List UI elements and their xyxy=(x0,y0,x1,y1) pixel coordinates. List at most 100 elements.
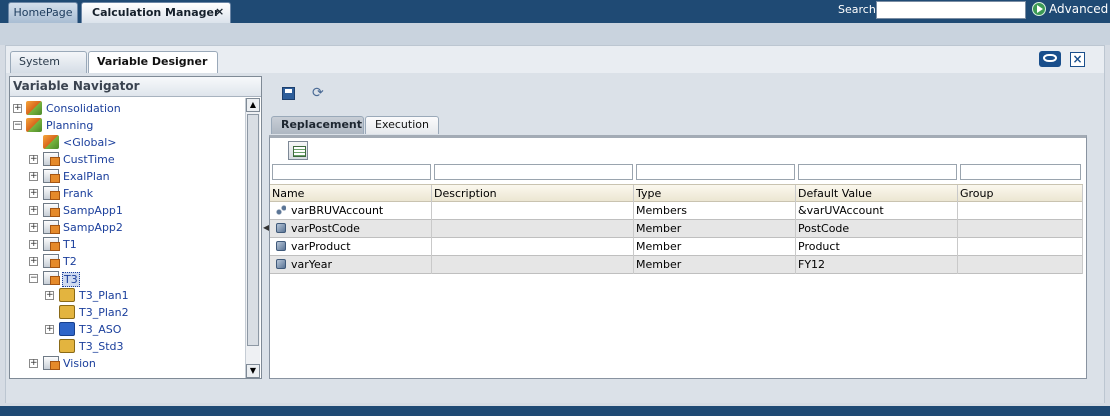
tab-calculation-manager-label: Calculation Manager xyxy=(92,6,220,19)
cell-name-text: varYear xyxy=(291,258,333,271)
cell-default-value: PostCode xyxy=(796,220,958,238)
column-header-type[interactable]: Type xyxy=(634,185,796,203)
tree-node-sampapp1[interactable]: + SampApp1 xyxy=(10,202,240,219)
search-label: Search xyxy=(838,3,876,16)
filter-description-input[interactable] xyxy=(434,164,633,180)
tree-node-label: T3_Plan2 xyxy=(79,306,129,319)
filter-name-input[interactable] xyxy=(272,164,431,180)
application-icon xyxy=(43,237,60,251)
tree-node-frank[interactable]: + Frank xyxy=(10,185,240,202)
tree-node-consolidation[interactable]: + Consolidation xyxy=(10,100,240,117)
column-header-default-value[interactable]: Default Value xyxy=(796,185,958,203)
tree-node-global[interactable]: <Global> xyxy=(10,134,240,151)
expand-icon[interactable]: + xyxy=(45,325,54,334)
expand-icon[interactable]: + xyxy=(29,189,38,198)
cell-type: Member xyxy=(634,238,796,256)
column-header-description[interactable]: Description xyxy=(432,185,634,203)
tab-system-view[interactable]: System View xyxy=(10,51,87,88)
tree-node-planning[interactable]: − Planning xyxy=(10,117,240,134)
tree-node-t3-aso[interactable]: + T3_ASO xyxy=(10,321,240,338)
replacement-panel: Name Description Type Default Value Grou… xyxy=(269,135,1087,379)
tree-node-label: CustTime xyxy=(63,153,115,166)
expand-icon[interactable]: + xyxy=(29,257,38,266)
close-window-icon[interactable]: × xyxy=(1070,52,1085,67)
tree-node-vision[interactable]: + Vision xyxy=(10,355,240,372)
grid-header-row: Name Description Type Default Value Grou… xyxy=(270,184,1083,203)
expand-icon[interactable]: + xyxy=(13,104,22,113)
expand-icon[interactable]: + xyxy=(29,172,38,181)
tab-replacement[interactable]: Replacement xyxy=(271,116,364,134)
table-row[interactable]: varProduct Member Product xyxy=(270,238,1083,256)
cell-name: varProduct xyxy=(270,238,432,256)
filter-group-input[interactable] xyxy=(960,164,1081,180)
cell-default-value: FY12 xyxy=(796,256,958,274)
expand-icon[interactable]: + xyxy=(29,359,38,368)
tab-calculation-manager[interactable]: Calculation Manager × xyxy=(81,2,231,23)
application-icon xyxy=(43,220,60,234)
column-header-group[interactable]: Group xyxy=(958,185,1083,203)
cell-default-value: Product xyxy=(796,238,958,256)
scroll-down-icon[interactable]: ▼ xyxy=(246,364,260,378)
cell-name: varBRUVAccount xyxy=(270,202,432,220)
tree-node-t2[interactable]: + T2 xyxy=(10,253,240,270)
cell-group xyxy=(958,256,1083,274)
application-icon xyxy=(43,152,60,166)
navigator-scrollbar[interactable]: ▲ ▼ xyxy=(245,98,260,378)
oracle-help-icon[interactable] xyxy=(1039,51,1061,67)
tree-node-t3[interactable]: − T3 xyxy=(10,270,240,287)
table-row[interactable]: varYear Member FY12 xyxy=(270,256,1083,274)
main-panel: System View Variable Designer × Variable… xyxy=(5,45,1105,403)
refresh-icon[interactable]: ⟳ xyxy=(312,86,324,100)
save-icon[interactable] xyxy=(282,87,295,100)
cell-type: Member xyxy=(634,256,796,274)
collapse-icon[interactable]: − xyxy=(29,274,38,283)
tree-node-label: Frank xyxy=(63,187,94,200)
tree-node-t3-plan2[interactable]: T3_Plan2 xyxy=(10,304,240,321)
aso-database-icon xyxy=(59,322,75,336)
tree-node-t3-plan1[interactable]: + T3_Plan1 xyxy=(10,287,240,304)
search-input[interactable] xyxy=(876,1,1026,19)
table-row[interactable]: varBRUVAccount Members &varUVAccount xyxy=(270,202,1083,220)
tree-node-label: ExalPlan xyxy=(63,170,110,183)
variable-navigator: Variable Navigator + Consolidation − Pla… xyxy=(9,76,262,379)
tab-variable-designer[interactable]: Variable Designer xyxy=(88,51,218,73)
table-row[interactable]: varPostCode Member PostCode xyxy=(270,220,1083,238)
expand-icon[interactable]: + xyxy=(29,206,38,215)
navigator-title: Variable Navigator xyxy=(10,77,261,97)
play-circle-icon[interactable] xyxy=(1032,2,1046,16)
tab-homepage[interactable]: HomePage xyxy=(8,2,78,23)
cell-name: varPostCode xyxy=(270,220,432,238)
tab-homepage-label: HomePage xyxy=(13,6,73,19)
database-icon xyxy=(59,305,75,319)
expand-icon[interactable]: + xyxy=(29,155,38,164)
collapse-icon[interactable]: − xyxy=(13,121,22,130)
cell-name-text: varPostCode xyxy=(291,222,360,235)
application-icon xyxy=(43,203,60,217)
cell-name-text: varProduct xyxy=(291,240,351,253)
tree-node-t3-std3[interactable]: T3_Std3 xyxy=(10,338,240,355)
cube-icon xyxy=(26,101,42,115)
advanced-link[interactable]: Advanced xyxy=(1049,2,1108,16)
tree-node-label: Vision xyxy=(63,357,96,370)
tree-node-custtime[interactable]: + CustTime xyxy=(10,151,240,168)
tree-node-t1[interactable]: + T1 xyxy=(10,236,240,253)
expand-icon[interactable]: + xyxy=(29,223,38,232)
cell-name: varYear xyxy=(270,256,432,274)
status-bar xyxy=(0,406,1110,416)
tree-node-sampapp2[interactable]: + SampApp2 xyxy=(10,219,240,236)
expand-icon[interactable]: + xyxy=(45,291,54,300)
edit-grid-icon[interactable] xyxy=(288,141,308,160)
tab-execution[interactable]: Execution xyxy=(365,116,439,134)
scrollbar-thumb[interactable] xyxy=(247,114,259,346)
variable-designer: Variable Navigator + Consolidation − Pla… xyxy=(6,73,1104,403)
scroll-up-icon[interactable]: ▲ xyxy=(246,98,260,112)
close-tab-icon[interactable]: × xyxy=(215,2,224,21)
filter-default-value-input[interactable] xyxy=(798,164,957,180)
database-icon xyxy=(59,288,75,302)
column-header-name[interactable]: Name xyxy=(270,185,432,203)
application-icon xyxy=(43,186,60,200)
filter-type-input[interactable] xyxy=(636,164,795,180)
cell-type: Member xyxy=(634,220,796,238)
expand-icon[interactable]: + xyxy=(29,240,38,249)
tree-node-exalplan[interactable]: + ExalPlan xyxy=(10,168,240,185)
